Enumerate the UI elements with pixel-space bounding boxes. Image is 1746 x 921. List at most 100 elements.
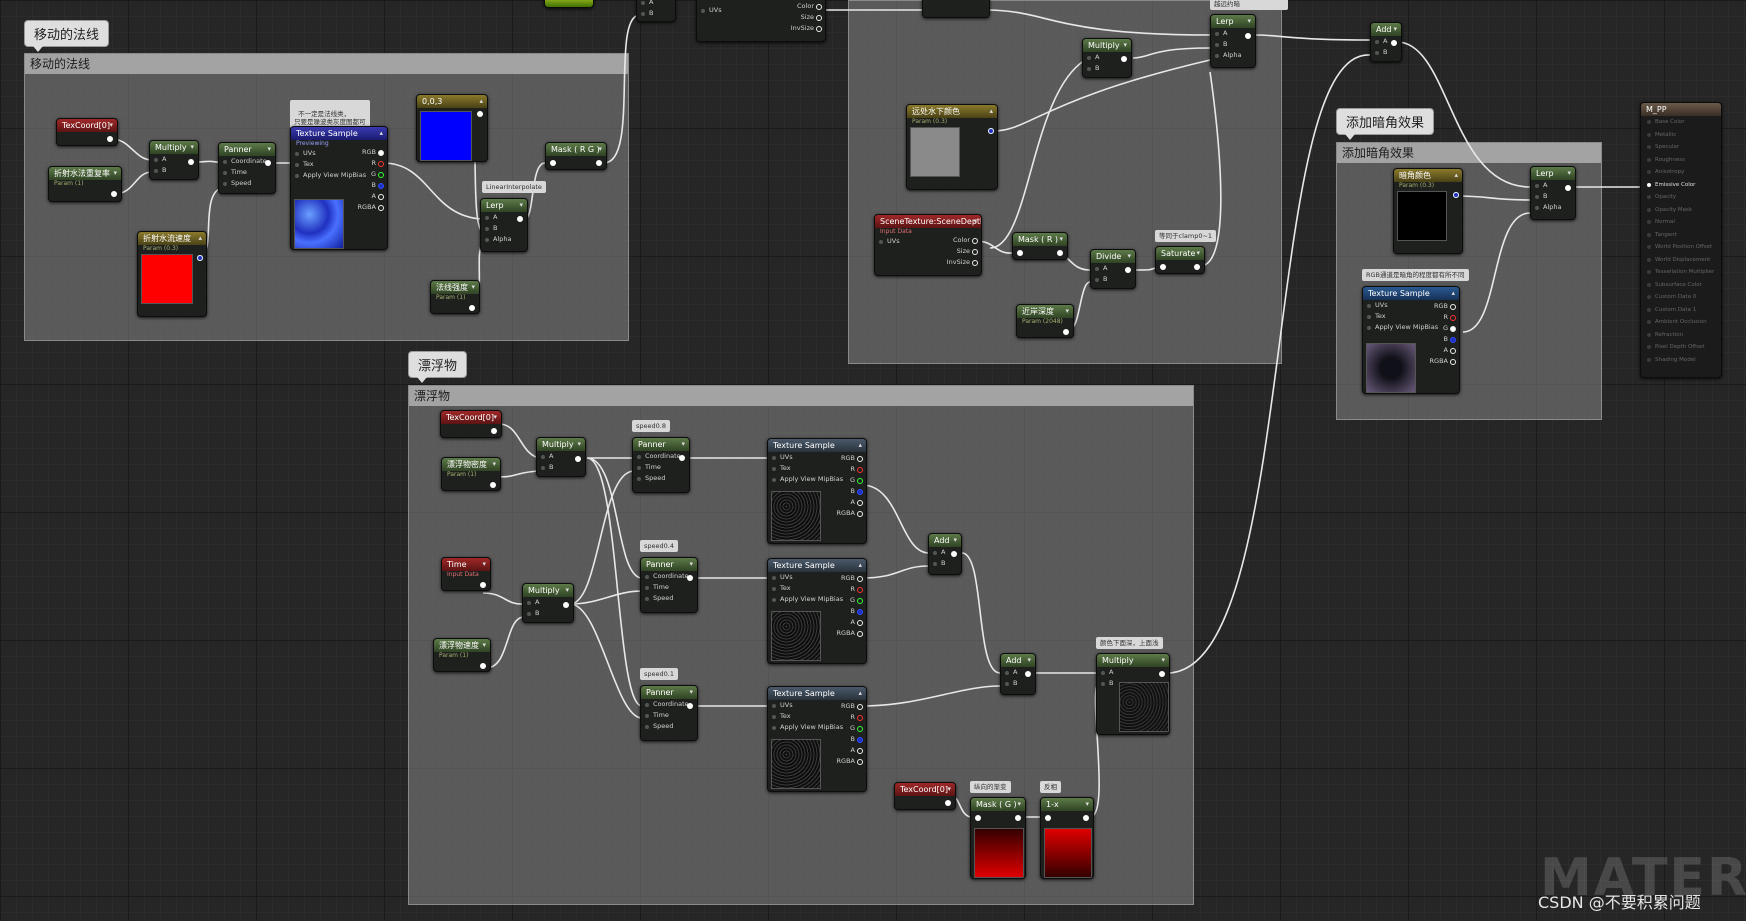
- output-pin[interactable]: [1245, 33, 1251, 39]
- chevron-down-icon[interactable]: ▾: [1065, 305, 1069, 318]
- top-partial-scene-texture[interactable]: UVs Color Size InvSize: [696, 0, 826, 42]
- pin-rgb[interactable]: RGB: [826, 701, 866, 712]
- input-pin[interactable]: [1045, 815, 1051, 821]
- chevron-down-icon[interactable]: ▾: [1196, 247, 1200, 260]
- input-pin[interactable]: [1160, 264, 1166, 270]
- pin-b[interactable]: B: [523, 608, 573, 619]
- chevron-down-icon[interactable]: ▾: [1085, 798, 1089, 811]
- chevron-down-icon[interactable]: ▾: [953, 534, 957, 547]
- pin-alpha[interactable]: Alpha: [481, 234, 527, 245]
- output-pin[interactable]: [1565, 185, 1571, 191]
- pin-time[interactable]: Time: [633, 462, 689, 473]
- pin-a[interactable]: A: [826, 617, 866, 628]
- chevron-down-icon[interactable]: ▾: [1567, 167, 1571, 180]
- multiply-node-float[interactable]: Multiply ▾ A B: [1096, 653, 1170, 735]
- pin-b[interactable]: B: [1083, 63, 1131, 74]
- output-pin[interactable]: [265, 160, 271, 166]
- lerp-node-1[interactable]: Lerp ▾ A B Alpha: [480, 198, 528, 252]
- chevron-down-icon[interactable]: ▾: [565, 584, 569, 597]
- scene-depth-node[interactable]: SceneTexture:SceneDepth ▾ Input Data UVs …: [874, 214, 982, 276]
- multiply-node-2[interactable]: Multiply ▾ A B: [536, 437, 586, 477]
- chevron-down-icon[interactable]: ▾: [1059, 233, 1063, 246]
- chevron-down-icon[interactable]: ▾: [519, 199, 523, 212]
- chevron-down-icon[interactable]: ▾: [681, 438, 685, 451]
- pin-rgba[interactable]: RGBA: [826, 508, 866, 519]
- material-pin[interactable]: Ambient Occlusion: [1641, 316, 1721, 329]
- output-pin[interactable]: [469, 305, 475, 311]
- pin-rgba[interactable]: RGBA: [826, 628, 866, 639]
- material-pin[interactable]: Pixel Depth Offset: [1641, 341, 1721, 354]
- collapse-icon[interactable]: ▴: [198, 232, 202, 245]
- chevron-down-icon[interactable]: ▾: [471, 281, 475, 294]
- pin-speed[interactable]: Speed: [219, 178, 275, 189]
- mask-r-node[interactable]: Mask ( R ) ▾: [1012, 232, 1068, 260]
- chevron-down-icon[interactable]: ▾: [492, 458, 496, 471]
- chevron-down-icon[interactable]: ▾: [1123, 39, 1127, 52]
- material-pin[interactable]: Specular: [1641, 141, 1721, 154]
- pin-b[interactable]: B: [826, 486, 866, 497]
- top-partial-node-2[interactable]: A B: [636, 0, 676, 22]
- chevron-down-icon[interactable]: ▾: [1017, 798, 1021, 811]
- output-pin[interactable]: [596, 160, 602, 166]
- output-pin[interactable]: [111, 191, 117, 197]
- output-pin[interactable]: [1025, 671, 1031, 677]
- pin-size[interactable]: Size: [921, 246, 981, 257]
- output-pin[interactable]: [480, 663, 486, 669]
- multiply-node-1[interactable]: Multiply ▾ A B: [149, 140, 199, 180]
- shallow-color-param-node[interactable]: 远处水下颜色 ▴ Param (0.3): [906, 104, 998, 190]
- chevron-down-icon[interactable]: ▾: [1393, 23, 1397, 36]
- chevron-down-icon[interactable]: ▾: [493, 411, 497, 424]
- material-pin[interactable]: Refraction: [1641, 329, 1721, 342]
- pin-b[interactable]: B: [637, 8, 675, 19]
- pin-b[interactable]: B: [150, 165, 198, 176]
- mask-g-node[interactable]: Mask ( G ) ▾: [970, 797, 1026, 879]
- input-pin[interactable]: [550, 160, 556, 166]
- pin-b[interactable]: B: [537, 462, 585, 473]
- constant3-node[interactable]: 0,0,3 ▴: [416, 94, 488, 162]
- output-pin[interactable]: [517, 216, 523, 222]
- pin-b[interactable]: B: [826, 734, 866, 745]
- one-minus-node[interactable]: 1-x ▾: [1040, 797, 1094, 879]
- material-pin[interactable]: Emissive Color: [1641, 179, 1721, 192]
- top-partial-node-1[interactable]: [544, 0, 594, 8]
- refraction-tiling-param-node[interactable]: 折射水法重复率 ▾ Param (1): [48, 166, 122, 202]
- panner-node-4[interactable]: Panner ▾ Coordinate Time Speed: [640, 685, 698, 741]
- chevron-down-icon[interactable]: ▾: [482, 639, 486, 652]
- chevron-down-icon[interactable]: ▾: [1161, 654, 1165, 667]
- material-pin[interactable]: World Position Offset: [1641, 241, 1721, 254]
- float-speed-param-node[interactable]: 漂浮物速度 ▾ Param (1): [433, 638, 491, 672]
- output-pin[interactable]: [1083, 815, 1089, 821]
- output-pin[interactable]: [1194, 264, 1200, 270]
- pin-b[interactable]: B: [1531, 191, 1575, 202]
- collapse-icon[interactable]: ▴: [858, 559, 862, 572]
- texture-sample-node-float-3[interactable]: Texture Sample ▴ UVs Tex Apply View MipBias R…: [767, 686, 867, 792]
- add-node-float-1[interactable]: Add ▾ A B: [928, 533, 962, 575]
- output-pin[interactable]: [575, 456, 581, 462]
- collapse-icon[interactable]: ▴: [858, 687, 862, 700]
- material-pin[interactable]: Roughness: [1641, 154, 1721, 167]
- chevron-down-icon[interactable]: ▾: [689, 686, 693, 699]
- pin-g[interactable]: G: [347, 169, 387, 180]
- pin-b[interactable]: B: [826, 606, 866, 617]
- material-pin[interactable]: Subsurface Color: [1641, 279, 1721, 292]
- pin-a[interactable]: A: [826, 497, 866, 508]
- lerp-node-final[interactable]: Lerp ▾ A B Alpha: [1530, 166, 1576, 220]
- pin-r[interactable]: R: [826, 464, 866, 475]
- texture-sample-node-normals[interactable]: Texture Sample ▴ Previewing UVs Tex Apply…: [290, 126, 388, 250]
- material-pin[interactable]: Tessellation Multiplier: [1641, 266, 1721, 279]
- pin-b[interactable]: B: [1091, 274, 1135, 285]
- pin-g[interactable]: G: [826, 475, 866, 486]
- pin-color[interactable]: Color: [765, 1, 825, 12]
- pin-speed[interactable]: Speed: [641, 721, 697, 732]
- output-pin[interactable]: [1125, 267, 1131, 273]
- chevron-down-icon[interactable]: ▾: [973, 215, 977, 228]
- pin-time[interactable]: Time: [641, 582, 697, 593]
- material-pin[interactable]: World Displacement: [1641, 254, 1721, 267]
- output-pin[interactable]: [945, 800, 951, 806]
- output-pin[interactable]: [491, 428, 497, 434]
- collapse-icon[interactable]: ▴: [858, 439, 862, 452]
- pin-b[interactable]: B: [347, 180, 387, 191]
- pin-b[interactable]: B: [1371, 47, 1401, 58]
- chevron-down-icon[interactable]: ▾: [190, 141, 194, 154]
- material-pin[interactable]: Base Color: [1641, 116, 1721, 129]
